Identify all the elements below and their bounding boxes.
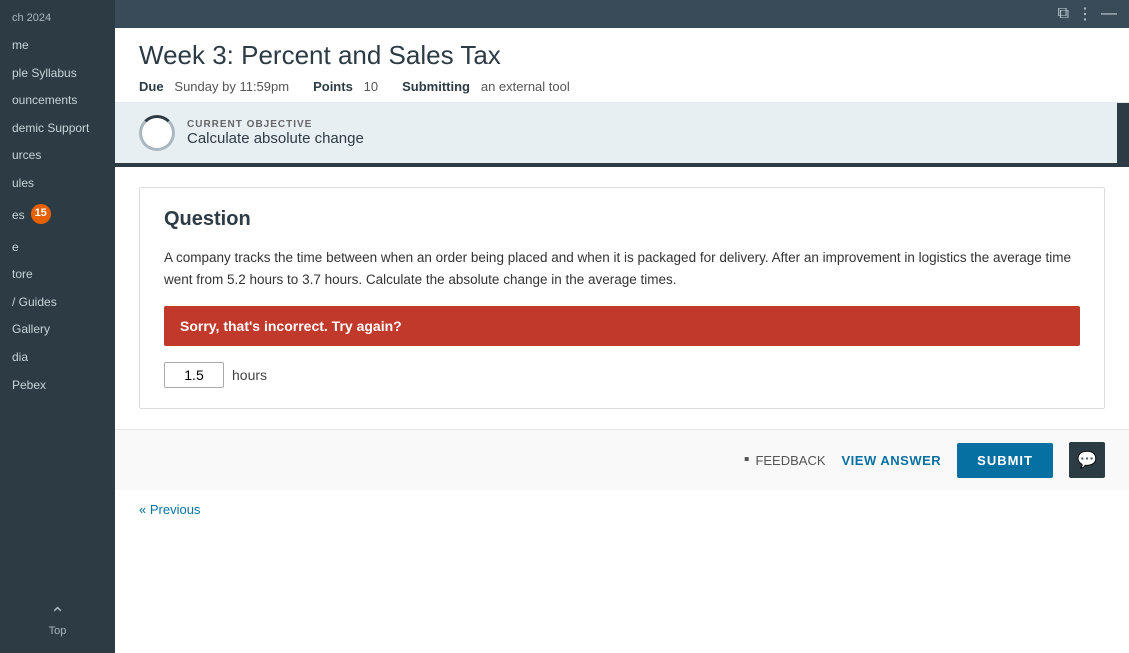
feedback-label: FEEDBACK — [755, 453, 825, 468]
objective-progress-icon — [139, 115, 175, 151]
points-label: Points — [313, 79, 353, 94]
main-content: ⧉ ⋮ — Week 3: Percent and Sales Tax Due … — [115, 0, 1129, 653]
error-message: Sorry, that's incorrect. Try again? — [180, 318, 402, 334]
page-title: Week 3: Percent and Sales Tax — [139, 40, 1105, 71]
sidebar-year: ch 2024 — [0, 8, 115, 32]
due-info: Due Sunday by 11:59pm — [139, 79, 289, 94]
question-body: A company tracks the time between when a… — [164, 247, 1080, 290]
bottom-action-bar: ▪ FEEDBACK VIEW ANSWER SUBMIT 💬 — [115, 429, 1129, 490]
sidebar-item-academic-support[interactable]: demic Support — [0, 115, 115, 143]
right-accent-bar — [1117, 103, 1129, 163]
topbar: ⧉ ⋮ — — [115, 0, 1129, 28]
answer-row: hours — [164, 362, 1080, 388]
sidebar-item-guides[interactable]: / Guides — [0, 289, 115, 317]
answer-input[interactable] — [164, 362, 224, 388]
objective-text-block: CURRENT OBJECTIVE Calculate absolute cha… — [187, 119, 364, 147]
sidebar: ch 2024 me ple Syllabus ouncements demic… — [0, 0, 115, 653]
points-value: 10 — [364, 79, 378, 94]
answer-unit: hours — [232, 367, 267, 383]
submitting-info: Submitting an external tool — [402, 79, 570, 94]
page-header: Week 3: Percent and Sales Tax Due Sunday… — [115, 28, 1129, 103]
feedback-button[interactable]: ▪ FEEDBACK — [744, 451, 826, 469]
sidebar-item-gallery[interactable]: Gallery — [0, 316, 115, 344]
points-info: Points 10 — [313, 79, 378, 94]
sidebar-item-webex[interactable]: Pebex — [0, 372, 115, 400]
feedback-icon: ▪ — [744, 451, 750, 469]
window-icon[interactable]: ⧉ — [1058, 5, 1069, 23]
due-value: Sunday by 11:59pm — [174, 79, 289, 94]
sidebar-item-e[interactable]: e — [0, 234, 115, 262]
sidebar-item-es[interactable]: es 15 — [0, 198, 115, 234]
chat-button[interactable]: 💬 — [1069, 442, 1105, 478]
content-area: CURRENT OBJECTIVE Calculate absolute cha… — [115, 103, 1129, 653]
question-title: Question — [164, 208, 251, 231]
sidebar-item-modules[interactable]: ules — [0, 170, 115, 198]
question-header: Question — [164, 208, 1080, 231]
sidebar-item-store[interactable]: tore — [0, 261, 115, 289]
submitting-label: Submitting — [402, 79, 470, 94]
sidebar-item-me[interactable]: me — [0, 32, 115, 60]
chat-icon: 💬 — [1077, 450, 1097, 470]
view-answer-button[interactable]: VIEW ANSWER — [842, 453, 942, 468]
minimize-icon[interactable]: — — [1101, 5, 1117, 23]
sidebar-item-media[interactable]: dia — [0, 344, 115, 372]
objective-container: CURRENT OBJECTIVE Calculate absolute cha… — [115, 103, 1129, 167]
nav-footer: « Previous — [115, 490, 1129, 533]
objective-sublabel: CURRENT OBJECTIVE — [187, 119, 364, 130]
sidebar-item-resources[interactable]: urces — [0, 142, 115, 170]
sidebar-item-announcements[interactable]: ouncements — [0, 87, 115, 115]
notification-badge: 15 — [31, 204, 51, 224]
top-link[interactable]: ⌃ Top — [0, 596, 115, 645]
previous-link[interactable]: « Previous — [115, 494, 224, 525]
submit-button[interactable]: SUBMIT — [957, 443, 1053, 478]
submitting-value: an external tool — [481, 79, 570, 94]
sidebar-item-syllabus[interactable]: ple Syllabus — [0, 60, 115, 88]
page-meta: Due Sunday by 11:59pm Points 10 Submitti… — [139, 79, 1105, 94]
more-options-icon[interactable]: ⋮ — [1077, 4, 1093, 24]
error-banner: Sorry, that's incorrect. Try again? — [164, 306, 1080, 346]
due-label: Due — [139, 79, 164, 94]
question-card: Question A company tracks the time betwe… — [139, 187, 1105, 409]
objective-main-text: Calculate absolute change — [187, 130, 364, 147]
